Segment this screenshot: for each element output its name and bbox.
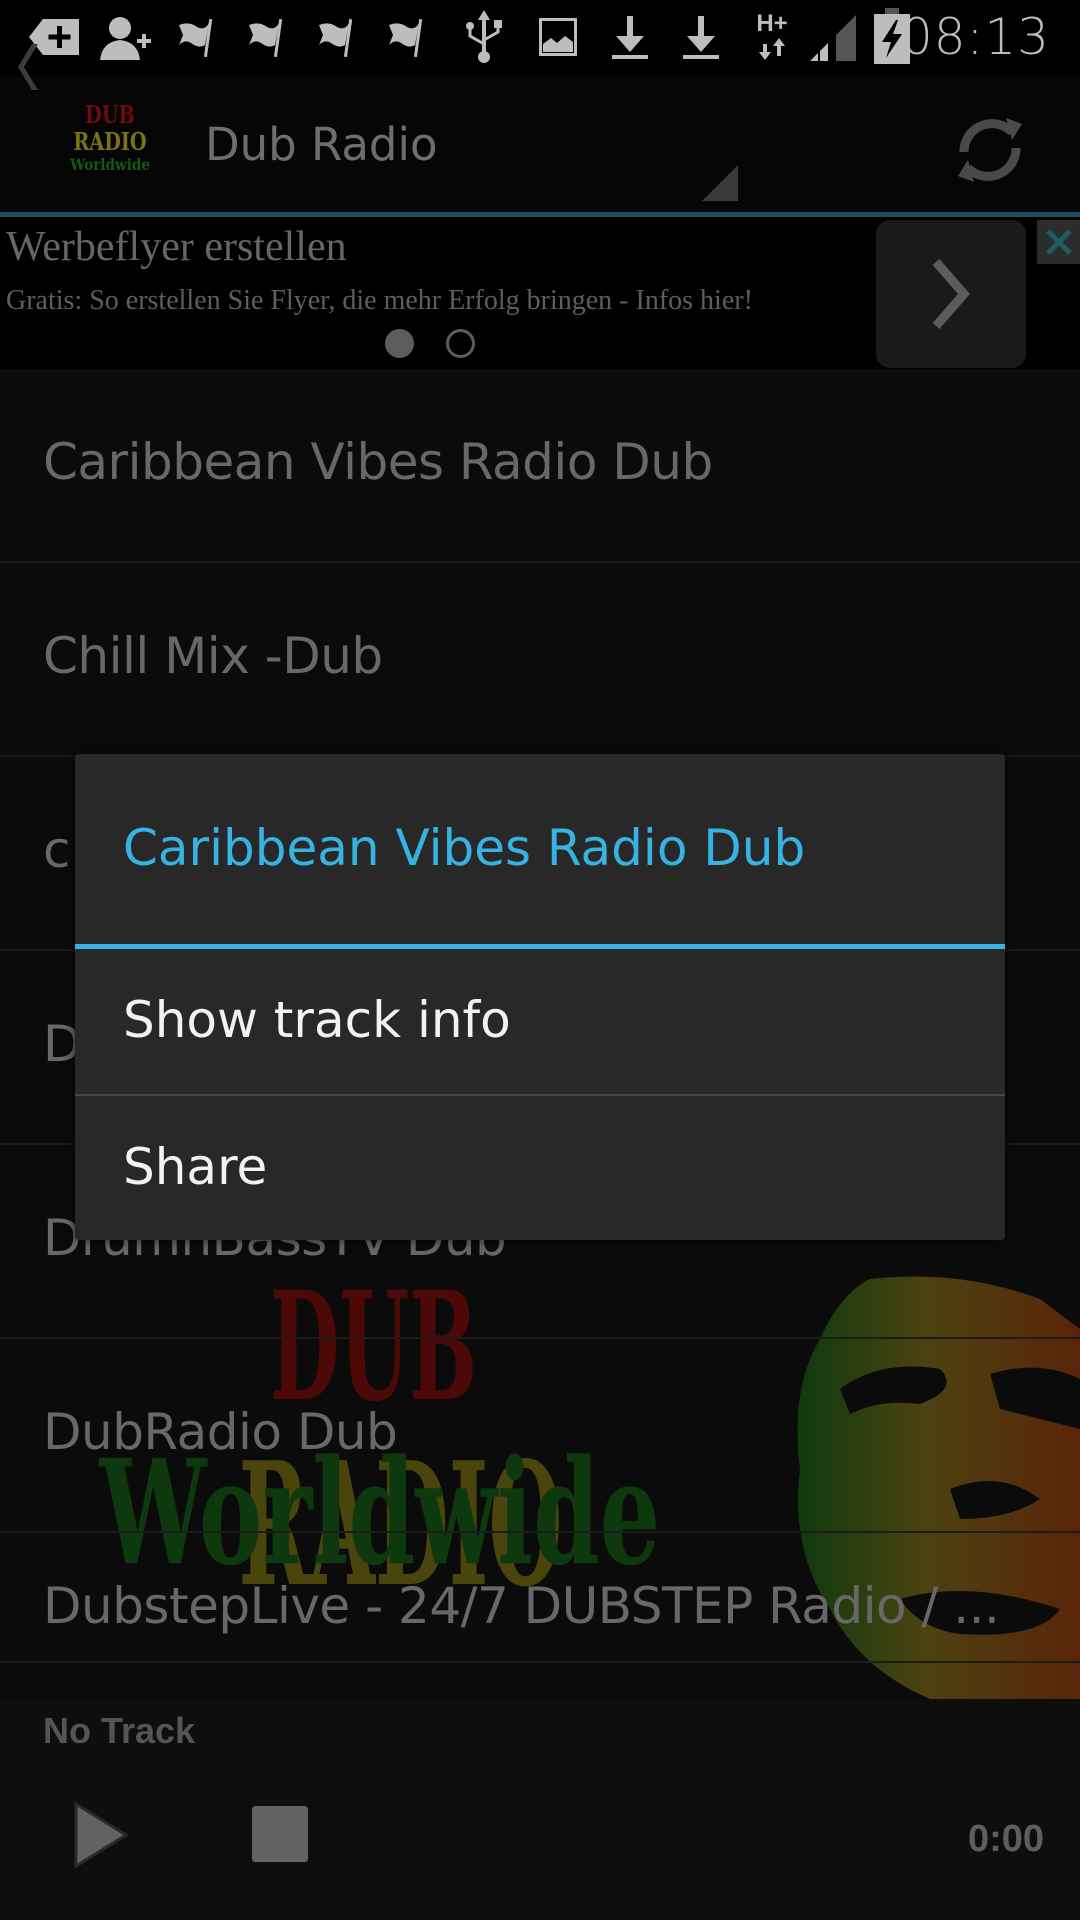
chevron-right-icon: [932, 259, 970, 329]
logo-line-dub: DUB: [85, 100, 135, 129]
app-logo[interactable]: DUB RADIO Worldwide: [62, 101, 158, 187]
image-icon: [538, 12, 578, 62]
action-bar: [0, 75, 1080, 213]
ad-page-dot-active[interactable]: [385, 328, 414, 358]
station-selector[interactable]: Dub Radio: [205, 118, 438, 171]
station-name: Chill Mix -Dub: [43, 627, 383, 685]
now-playing-track: No Track: [43, 1710, 196, 1751]
play-button[interactable]: [70, 1800, 132, 1870]
usb-icon: [462, 10, 506, 63]
dialog-title: Caribbean Vibes Radio Dub: [123, 819, 806, 877]
menu-item-share[interactable]: Share: [75, 1096, 1005, 1240]
flag-icon: [245, 12, 285, 62]
menu-item-show-track-info[interactable]: Show track info: [75, 949, 1005, 1093]
station-list-item[interactable]: Caribbean Vibes Radio Dub: [0, 369, 1080, 563]
add-contact-icon: [98, 12, 154, 62]
page-title: Dub Radio: [205, 118, 438, 171]
ad-page-indicator: [385, 327, 475, 359]
logo-line-radio: RADIO: [73, 127, 147, 156]
ad-page-dot[interactable]: [446, 328, 475, 358]
ad-open-button[interactable]: [876, 220, 1026, 368]
stop-button[interactable]: [252, 1806, 308, 1862]
menu-item-label: Share: [123, 1138, 268, 1196]
station-list-item[interactable]: DubRadio Dub: [0, 1339, 1080, 1533]
playback-time: 0:00: [967, 1818, 1044, 1860]
ad-close-button[interactable]: [1037, 220, 1080, 264]
chevron-left-icon: [18, 44, 38, 90]
context-menu-dialog: Caribbean Vibes Radio Dub Show track inf…: [75, 754, 1005, 1240]
download-icon: [610, 12, 650, 62]
status-bar: H+ 08:13: [0, 0, 1080, 75]
station-name: Caribbean Vibes Radio Dub: [43, 433, 713, 491]
hplus-data-icon: H+: [752, 8, 792, 64]
station-list-item[interactable]: DubstepLive - 24/7 DUBSTEP Radio / ...: [0, 1533, 1080, 1663]
station-list-item[interactable]: Chill Mix -Dub: [0, 563, 1080, 757]
flag-icon: [315, 12, 355, 62]
back-button[interactable]: [10, 42, 40, 92]
station-name: DubstepLive - 24/7 DUBSTEP Radio / ...: [43, 1577, 1000, 1635]
close-icon: [1045, 229, 1072, 255]
ad-description[interactable]: Gratis: So erstellen Sie Flyer, die mehr…: [6, 285, 753, 317]
ad-banner[interactable]: Werbeflyer erstellen Gratis: So erstelle…: [0, 217, 1080, 369]
signal-icon: [810, 12, 856, 62]
station-name: DubRadio Dub: [43, 1403, 398, 1461]
network-type-label: H+: [756, 10, 788, 37]
download-icon: [681, 12, 721, 62]
spinner-indicator-icon: [702, 165, 738, 201]
play-icon: [74, 1801, 129, 1869]
flag-icon: [385, 12, 425, 62]
menu-item-label: Show track info: [123, 991, 511, 1049]
logo-line-worldwide: Worldwide: [69, 155, 151, 174]
station-name: c: [43, 821, 71, 879]
flag-icon: [175, 12, 215, 62]
refresh-button[interactable]: [950, 110, 1030, 190]
status-time: 08:13: [900, 8, 1050, 66]
ad-title[interactable]: Werbeflyer erstellen: [6, 223, 347, 271]
refresh-icon: [958, 118, 1022, 182]
